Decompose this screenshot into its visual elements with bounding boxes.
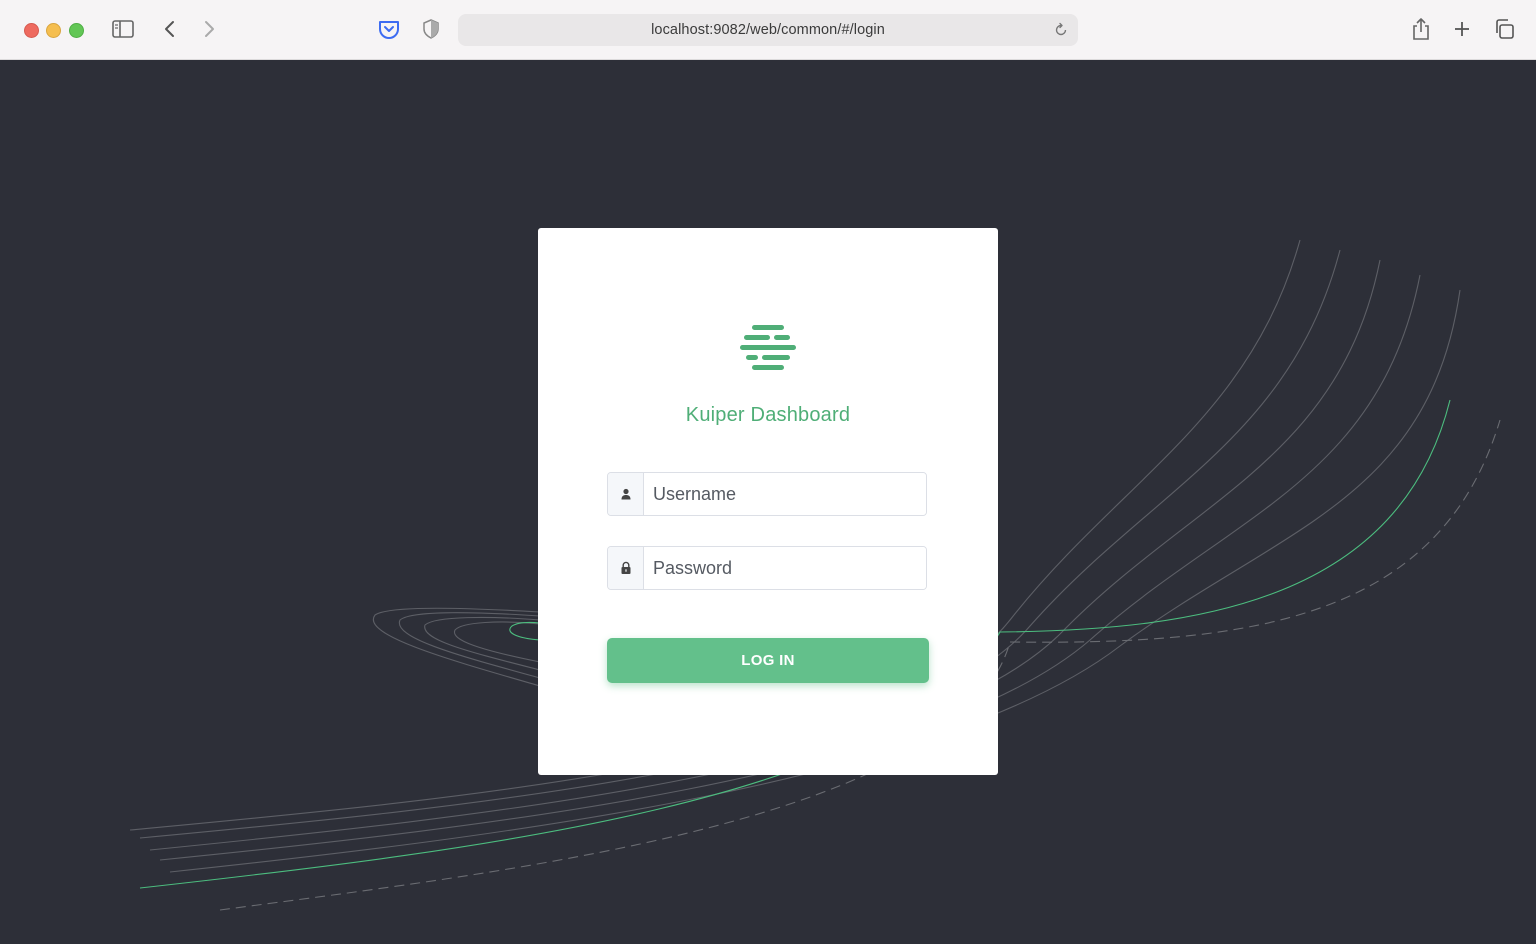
reload-icon[interactable] — [1052, 21, 1070, 39]
url-text: localhost:9082/web/common/#/login — [651, 22, 885, 38]
username-field — [607, 472, 927, 516]
close-window-button[interactable] — [24, 23, 39, 38]
browser-toolbar: localhost:9082/web/common/#/login — [0, 0, 1536, 60]
zoom-window-button[interactable] — [69, 23, 84, 38]
back-icon[interactable] — [155, 14, 185, 44]
password-input[interactable] — [644, 547, 926, 589]
lock-icon — [608, 547, 644, 589]
shield-icon[interactable] — [416, 14, 446, 44]
address-bar[interactable]: localhost:9082/web/common/#/login — [458, 14, 1078, 46]
share-icon[interactable] — [1406, 14, 1436, 44]
new-tab-icon[interactable] — [1447, 14, 1477, 44]
username-input[interactable] — [644, 473, 926, 515]
pocket-icon[interactable] — [374, 14, 404, 44]
login-card: Kuiper Dashboard LOG IN — [538, 228, 998, 775]
brand-title: Kuiper Dashboard — [685, 404, 851, 426]
login-button[interactable]: LOG IN — [607, 638, 929, 683]
kuiper-logo-icon — [740, 325, 796, 370]
forward-icon[interactable] — [194, 14, 224, 44]
user-icon — [608, 473, 644, 515]
sidebar-icon[interactable] — [108, 14, 138, 44]
password-field — [607, 546, 927, 590]
tabs-overview-icon[interactable] — [1489, 14, 1519, 44]
minimize-window-button[interactable] — [46, 23, 61, 38]
